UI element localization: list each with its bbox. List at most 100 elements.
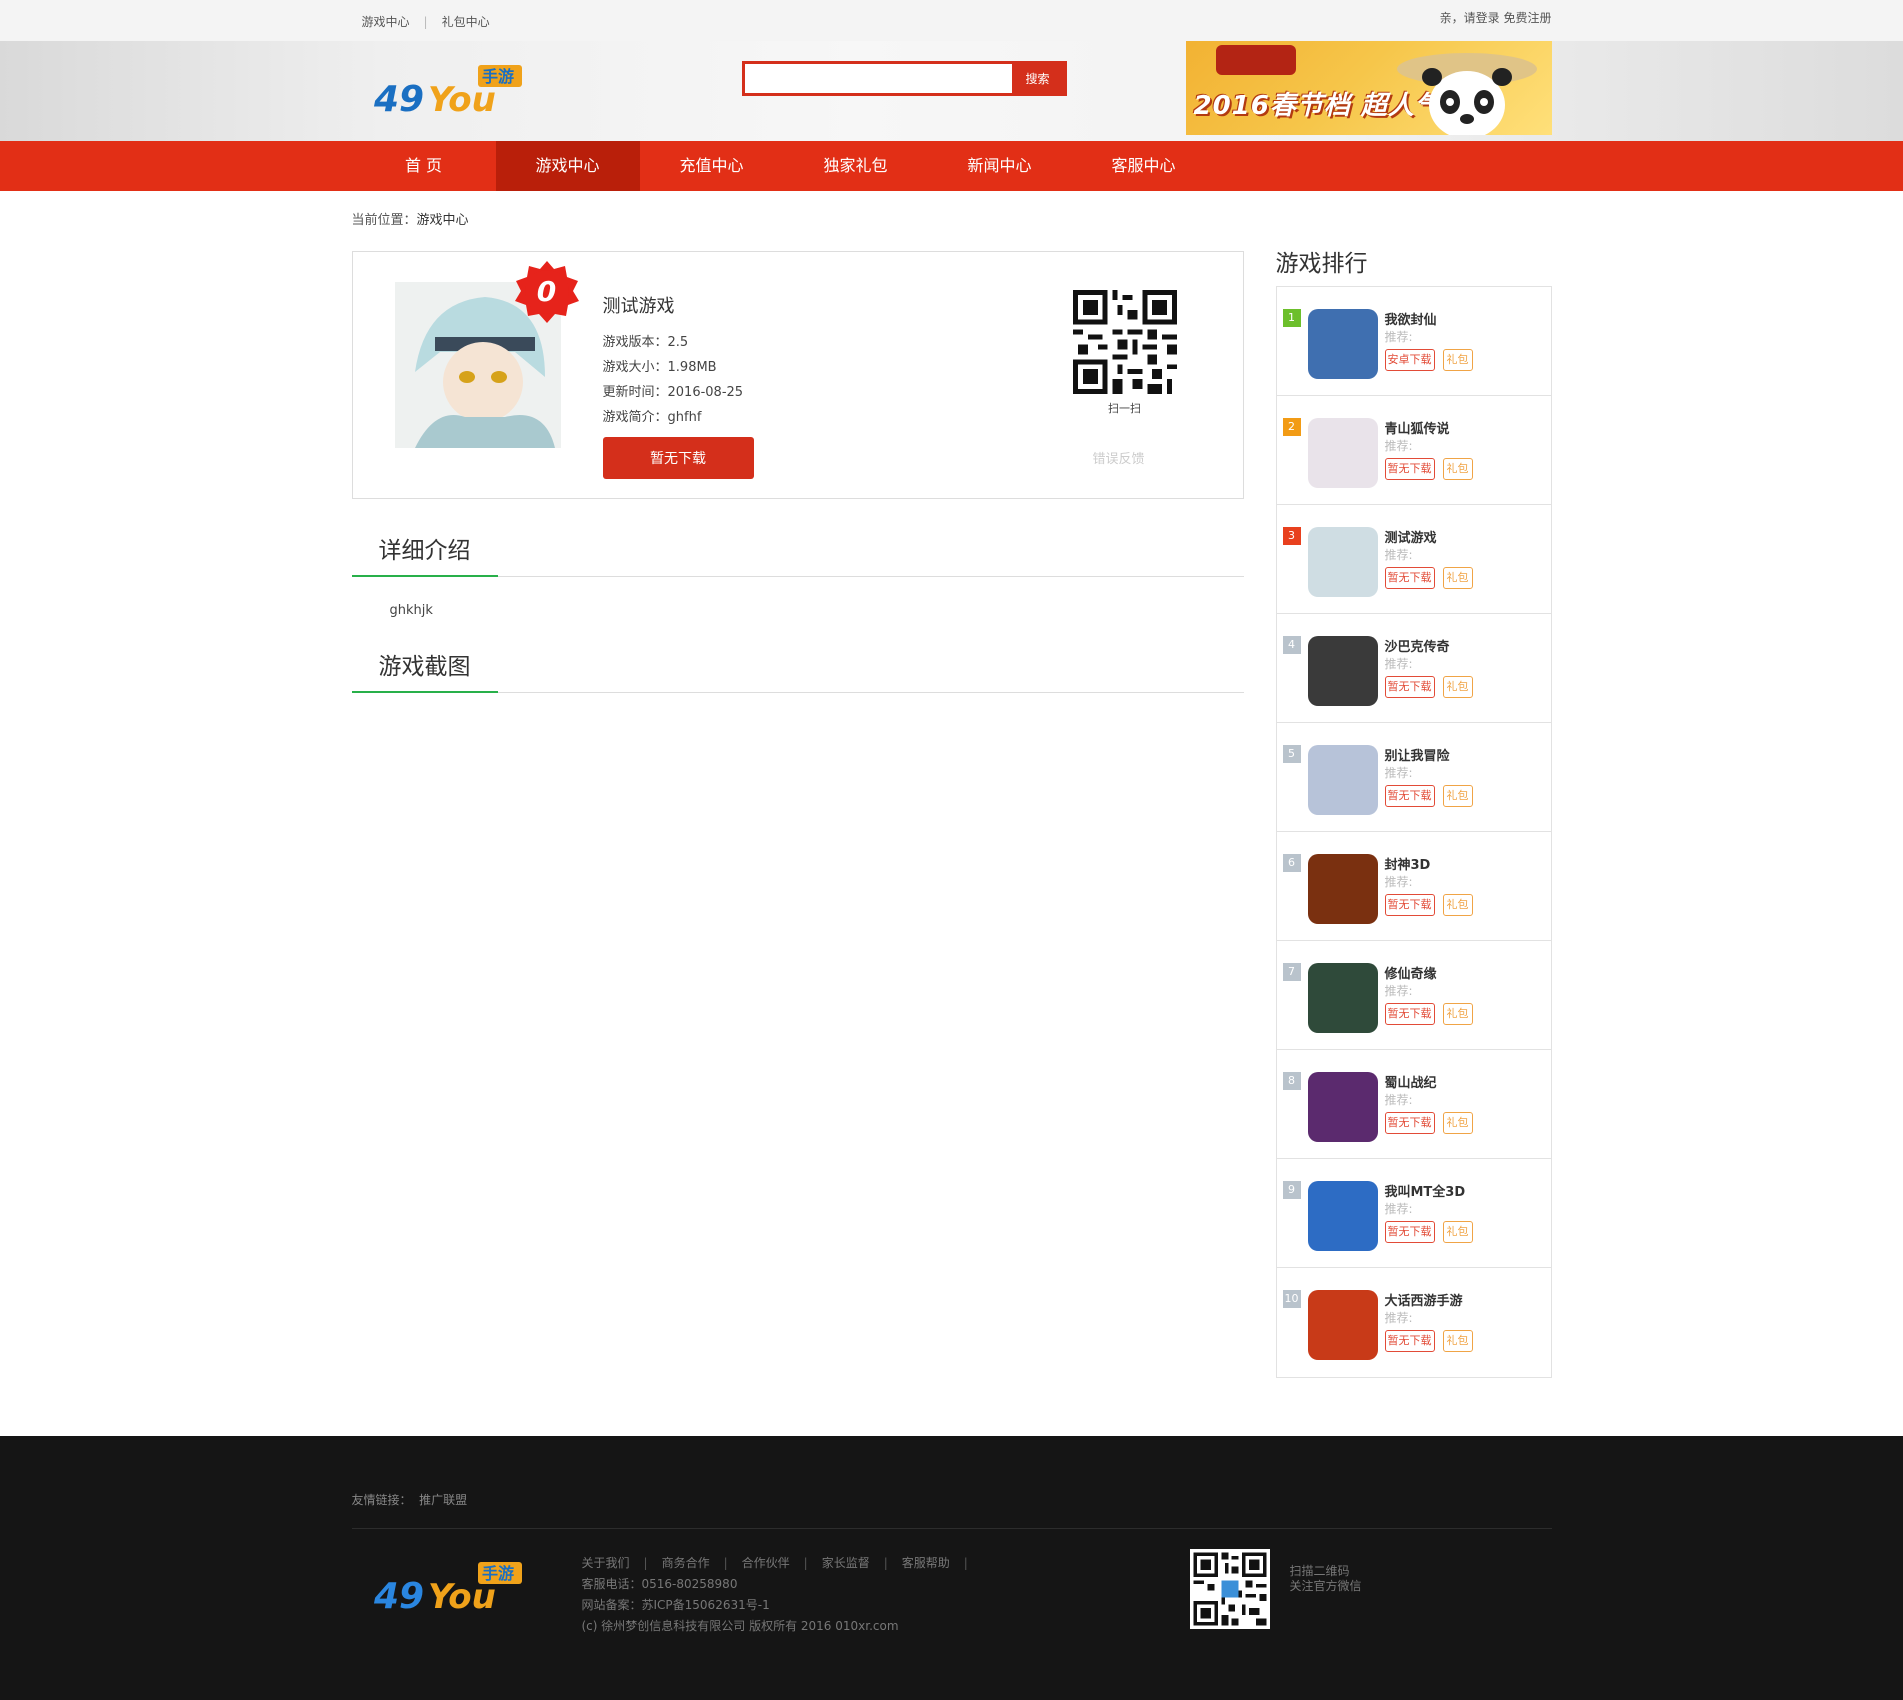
breadcrumb-current[interactable]: 游戏中心 [417,213,469,228]
nav-home[interactable]: 首 页 [352,141,496,191]
footer-partners[interactable]: 合作伙伴 [742,1556,790,1570]
ranking-download-button[interactable]: 安卓下载 [1384,349,1435,371]
ranking-list: 1 我欲封仙 推荐: 安卓下载 礼包 2 青山狐传说 推荐: 暂无下载 礼包 3 测试游戏 推荐: 暂无下… [1275,286,1552,1378]
ranking-download-button[interactable]: 暂无下载 [1384,1330,1435,1352]
ranking-item[interactable]: 3 测试游戏 推荐: 暂无下载 礼包 [1276,505,1551,614]
ranking-sidebar: 游戏排行 1 我欲封仙 推荐: 安卓下载 礼包 2 青山狐传说 推荐: 暂无下载 礼包 3 测试游戏推… [1275,242,1552,1378]
ranking-download-button[interactable]: 暂无下载 [1384,1221,1435,1243]
ranking-recommend-label: 推荐: [1384,1093,1413,1107]
game-meta: 游戏版本：2.5 游戏大小：1.98MB 更新时间：2016-08-25 游戏简… [603,330,744,430]
top-link-gift-center[interactable]: 礼包中心 [442,15,490,29]
ranking-buttons: 暂无下载 礼包 [1384,676,1473,698]
footer-icp: 网站备案：苏ICP备15062631号-1 [581,1598,770,1612]
ranking-game-name[interactable]: 我欲封仙 [1385,309,1437,328]
game-icon[interactable] [1307,745,1378,815]
download-button[interactable]: 暂无下载 [602,437,754,479]
game-icon[interactable] [1307,1181,1378,1251]
ranking-download-button[interactable]: 暂无下载 [1384,458,1435,480]
ranking-download-button[interactable]: 暂无下载 [1384,676,1435,698]
qr-caption-line-1: 扫描二维码 [1289,1564,1350,1578]
ranking-game-name[interactable]: 沙巴克传奇 [1385,636,1450,655]
ranking-game-name[interactable]: 封神3D [1385,854,1431,873]
nav-game-center[interactable]: 游戏中心 [495,141,640,191]
game-icon[interactable] [1307,636,1378,706]
ranking-number: 6 [1282,854,1301,872]
ranking-recommend-label: 推荐: [1384,766,1413,780]
login-link[interactable]: 请登录 [1464,11,1500,25]
game-icon[interactable] [1307,1290,1378,1360]
game-icon[interactable] [1307,1072,1378,1142]
ranking-item[interactable]: 1 我欲封仙 推荐: 安卓下载 礼包 [1276,287,1551,396]
friend-links-label: 友情链接： [351,1493,412,1507]
ranking-buttons: 暂无下载 礼包 [1384,458,1473,480]
banner-film-logo [1215,45,1296,75]
ranking-buttons: 暂无下载 礼包 [1384,1221,1473,1243]
ranking-item[interactable]: 5 别让我冒险 推荐: 暂无下载 礼包 [1276,723,1551,832]
ranking-download-button[interactable]: 暂无下载 [1384,1112,1435,1134]
nav-gifts[interactable]: 独家礼包 [784,141,928,191]
ranking-recommend-label: 推荐: [1384,548,1413,562]
svg-text:49: 49 [373,79,424,119]
ranking-game-name[interactable]: 修仙奇缘 [1385,963,1437,982]
detail-section-header: 详细介绍 [351,523,1244,577]
footer-parents[interactable]: 家长监督 [822,1556,870,1570]
size-label: 游戏大小： [602,360,668,375]
svg-text:手游: 手游 [482,67,514,86]
ranking-download-button[interactable]: 暂无下载 [1384,567,1435,589]
footer-business[interactable]: 商务合作 [662,1556,710,1570]
ranking-item[interactable]: 4 沙巴克传奇 推荐: 暂无下载 礼包 [1276,614,1551,723]
ranking-buttons: 暂无下载 礼包 [1384,894,1473,916]
ranking-gift-button[interactable]: 礼包 [1442,567,1473,589]
ranking-buttons: 暂无下载 礼包 [1384,785,1473,807]
ranking-number: 1 [1282,309,1301,327]
footer-about[interactable]: 关于我们 [582,1556,630,1570]
search-button[interactable]: 搜索 [1011,64,1064,93]
ranking-gift-button[interactable]: 礼包 [1442,1003,1473,1025]
nav-service[interactable]: 客服中心 [1072,141,1216,191]
ranking-download-button[interactable]: 暂无下载 [1384,1003,1435,1025]
footer-menu: 关于我们 | 商务合作 | 合作伙伴 | 家长监督 | 客服帮助 | [581,1556,968,1570]
ranking-game-name[interactable]: 大话西游手游 [1385,1290,1463,1309]
ranking-gift-button[interactable]: 礼包 [1442,894,1473,916]
search-input[interactable] [744,64,1012,93]
top-link-game-center[interactable]: 游戏中心 [362,15,410,29]
ranking-gift-button[interactable]: 礼包 [1442,1112,1473,1134]
footer-help[interactable]: 客服帮助 [902,1556,950,1570]
ranking-gift-button[interactable]: 礼包 [1442,785,1473,807]
ranking-gift-button[interactable]: 礼包 [1442,458,1473,480]
ranking-download-button[interactable]: 暂无下载 [1384,785,1435,807]
game-icon[interactable] [1307,854,1378,924]
ranking-game-name[interactable]: 测试游戏 [1385,527,1437,546]
friend-link-promo[interactable]: 推广联盟 [419,1493,467,1507]
nav-news[interactable]: 新闻中心 [928,141,1072,191]
game-icon[interactable] [1307,527,1378,597]
ranking-game-name[interactable]: 别让我冒险 [1385,745,1450,764]
game-info-card: 0 测试游戏 游戏版本：2.5 游戏大小：1.98MB 更新时间：2016-08… [351,251,1244,499]
ranking-item[interactable]: 6 封神3D 推荐: 暂无下载 礼包 [1276,832,1551,941]
ranking-item[interactable]: 9 我叫MT全3D 推荐: 暂无下载 礼包 [1276,1159,1551,1268]
ranking-item[interactable]: 8 蜀山战纪 推荐: 暂无下载 礼包 [1276,1050,1551,1159]
ranking-download-button[interactable]: 暂无下载 [1384,894,1435,916]
ranking-gift-button[interactable]: 礼包 [1442,676,1473,698]
ranking-game-name[interactable]: 我叫MT全3D [1385,1181,1466,1200]
footer-logo[interactable]: 49 You 手游 [370,1560,530,1616]
footer-copyright: (c) 徐州梦创信息科技有限公司 版权所有 2016 010xr.com [581,1619,899,1633]
ranking-item[interactable]: 7 修仙奇缘 推荐: 暂无下载 礼包 [1276,941,1551,1050]
game-icon[interactable] [1307,963,1378,1033]
ranking-gift-button[interactable]: 礼包 [1442,1221,1473,1243]
ranking-gift-button[interactable]: 礼包 [1442,1330,1473,1352]
ranking-item[interactable]: 2 青山狐传说 推荐: 暂无下载 礼包 [1276,396,1551,505]
ranking-item[interactable]: 10 大话西游手游 推荐: 暂无下载 礼包 [1277,1268,1551,1377]
nav-recharge[interactable]: 充值中心 [640,141,784,191]
game-icon[interactable] [1307,418,1378,488]
wechat-qr-caption: 扫描二维码 关注官方微信 [1290,1564,1362,1594]
ranking-game-name[interactable]: 青山狐传说 [1385,418,1450,437]
site-logo[interactable]: 49 You 手游 [370,63,530,119]
register-link[interactable]: 免费注册 [1503,11,1551,25]
header-banner[interactable]: 2016春节档 超人气手游 [1185,41,1552,135]
ranking-game-name[interactable]: 蜀山战纪 [1385,1072,1437,1091]
summary-label: 游戏简介： [602,410,668,425]
ranking-gift-button[interactable]: 礼包 [1442,349,1473,371]
error-feedback-link[interactable]: 错误反馈 [1093,448,1145,467]
game-icon[interactable] [1307,309,1378,379]
